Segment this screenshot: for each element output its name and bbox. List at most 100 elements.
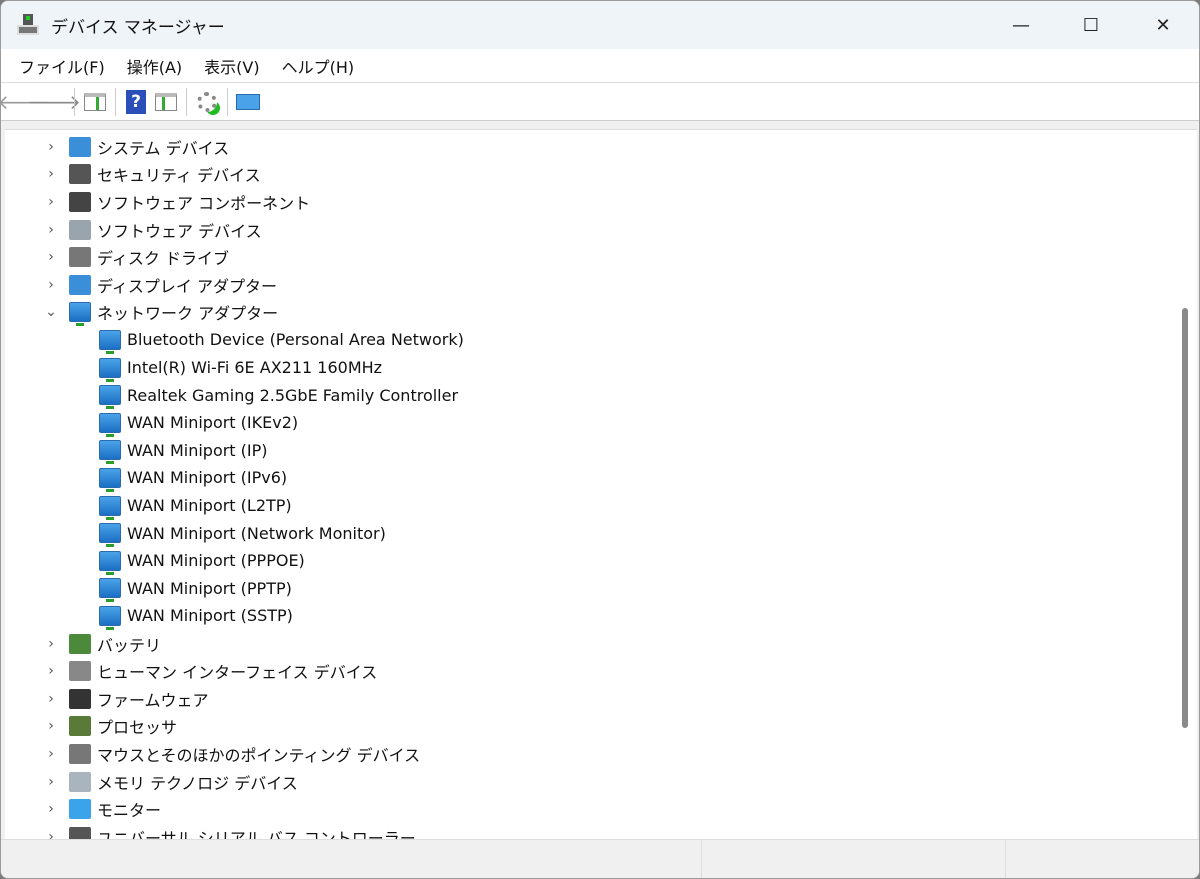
network-adapter-icon xyxy=(99,412,121,437)
network-adapter-item[interactable]: WAN Miniport (SSTP) xyxy=(5,602,293,630)
show-hide-console-tree-icon[interactable] xyxy=(80,88,110,116)
update-driver-icon[interactable] xyxy=(192,88,222,116)
device-label: WAN Miniport (IKEv2) xyxy=(127,413,299,433)
scan-hardware-changes-icon[interactable] xyxy=(233,88,263,116)
network-adapter-item[interactable]: WAN Miniport (PPPOE) xyxy=(5,547,305,575)
category-label: セキュリティ デバイス xyxy=(97,166,261,186)
expand-chevron-icon[interactable]: › xyxy=(41,222,61,238)
title-bar: デバイス マネージャー — ☐ ✕ xyxy=(1,1,1199,49)
network-adapter-item[interactable]: Bluetooth Device (Personal Area Network) xyxy=(5,326,464,354)
device-manager-window: デバイス マネージャー — ☐ ✕ ファイル(F) 操作(A) 表示(V) ヘル… xyxy=(0,0,1200,879)
category-label: ディスク ドライブ xyxy=(97,249,229,269)
toolbar: 🡐 🡒 ? xyxy=(1,83,1199,121)
menu-action[interactable]: 操作(A) xyxy=(117,54,192,78)
device-category-icon xyxy=(69,191,91,212)
show-hide-action-pane-icon[interactable] xyxy=(151,88,181,116)
network-adapter-icon xyxy=(99,550,121,575)
device-category-icon xyxy=(69,136,91,157)
device-label: WAN Miniport (L2TP) xyxy=(127,496,292,516)
expand-chevron-icon[interactable]: › xyxy=(41,249,61,265)
network-adapter-icon xyxy=(99,357,121,382)
tree-category-network-adapters[interactable]: ⌄ ネットワーク アダプター xyxy=(5,299,278,327)
network-adapter-item[interactable]: Intel(R) Wi-Fi 6E AX211 160MHz xyxy=(5,354,382,382)
help-icon[interactable]: ? xyxy=(121,88,151,116)
minimize-button[interactable]: — xyxy=(986,1,1056,49)
category-label: メモリ テクノロジ デバイス xyxy=(97,773,298,793)
tree-category[interactable]: › ユニバーサル シリアル バス コントローラー xyxy=(5,823,416,839)
device-manager-icon xyxy=(17,14,39,36)
expand-chevron-icon[interactable]: › xyxy=(41,194,61,210)
device-category-icon xyxy=(69,633,91,654)
tree-category[interactable]: › メモリ テクノロジ デバイス xyxy=(5,768,298,796)
help-glyph: ? xyxy=(126,89,146,114)
network-adapter-item[interactable]: WAN Miniport (Network Monitor) xyxy=(5,519,386,548)
expand-chevron-icon[interactable]: › xyxy=(41,139,61,155)
category-label: システム デバイス xyxy=(97,138,230,158)
window-title: デバイス マネージャー xyxy=(51,17,225,38)
menu-help[interactable]: ヘルプ(H) xyxy=(272,54,365,78)
device-category-icon xyxy=(69,247,91,268)
network-adapter-item[interactable]: WAN Miniport (IP) xyxy=(5,437,268,465)
scrollbar-thumb[interactable] xyxy=(1182,308,1188,728)
device-label: WAN Miniport (IP) xyxy=(127,440,268,460)
network-adapter-icon xyxy=(99,495,121,520)
tree-category[interactable]: › セキュリティ デバイス xyxy=(5,161,261,189)
status-bar xyxy=(1,839,1199,878)
network-adapter-icon xyxy=(99,440,121,465)
category-label: ソフトウェア デバイス xyxy=(97,221,262,241)
expand-chevron-icon[interactable]: › xyxy=(41,718,61,734)
expand-chevron-icon[interactable]: › xyxy=(41,774,61,790)
network-adapter-icon xyxy=(99,385,121,410)
menu-bar: ファイル(F) 操作(A) 表示(V) ヘルプ(H) xyxy=(1,49,1199,83)
network-adapter-icon xyxy=(99,329,121,354)
network-adapter-icon xyxy=(99,467,121,492)
menu-file[interactable]: ファイル(F) xyxy=(9,54,115,78)
tree-category[interactable]: › ファームウェア xyxy=(5,685,209,713)
tree-category[interactable]: › モニター xyxy=(5,795,161,823)
maximize-button[interactable]: ☐ xyxy=(1056,1,1126,49)
expand-chevron-icon[interactable]: › xyxy=(41,829,61,839)
status-cell xyxy=(1005,840,1006,878)
tree-category[interactable]: › ディスプレイ アダプター xyxy=(5,271,277,299)
category-label: ユニバーサル シリアル バス コントローラー xyxy=(97,828,416,839)
vertical-scrollbar[interactable] xyxy=(1175,130,1197,839)
tree-category[interactable]: › マウスとそのほかのポインティング デバイス xyxy=(5,740,420,768)
network-adapter-icon xyxy=(99,605,121,630)
device-label: Bluetooth Device (Personal Area Network) xyxy=(127,330,464,350)
expand-chevron-icon[interactable]: › xyxy=(41,277,61,293)
expand-chevron-icon[interactable]: › xyxy=(41,746,61,762)
network-adapter-icon xyxy=(99,523,121,548)
expand-chevron-icon[interactable]: › xyxy=(41,691,61,707)
tree-category[interactable]: › ソフトウェア コンポーネント xyxy=(5,188,310,216)
tree-category[interactable]: › ソフトウェア デバイス xyxy=(5,216,262,244)
tree-category[interactable]: › プロセッサ xyxy=(5,713,177,741)
device-category-icon xyxy=(69,826,91,839)
tree-category[interactable]: › ヒューマン インターフェイス デバイス xyxy=(5,657,377,685)
category-label: マウスとそのほかのポインティング デバイス xyxy=(97,745,421,765)
expand-chevron-icon[interactable]: › xyxy=(41,663,61,679)
device-tree[interactable]: › システム デバイス › セキュリティ デバイス › ソフトウェア コンポーネント › ソフ… xyxy=(5,129,1197,839)
network-adapter-item[interactable]: WAN Miniport (IPv6) xyxy=(5,464,287,492)
tree-category[interactable]: › システム デバイス xyxy=(5,133,229,161)
tree-category[interactable]: › ディスク ドライブ xyxy=(5,243,229,271)
device-category-icon xyxy=(69,274,91,295)
menu-view[interactable]: 表示(V) xyxy=(194,54,269,78)
network-adapter-item[interactable]: Realtek Gaming 2.5GbE Family Controller xyxy=(5,381,458,410)
device-category-icon xyxy=(69,661,91,682)
tree-category[interactable]: › バッテリ xyxy=(5,630,161,658)
separator xyxy=(186,87,187,116)
forward-icon[interactable]: 🡒 xyxy=(27,88,81,116)
collapse-chevron-icon[interactable]: ⌄ xyxy=(41,304,61,320)
expand-chevron-icon[interactable]: › xyxy=(41,636,61,652)
close-button[interactable]: ✕ xyxy=(1128,1,1198,49)
category-label: モニター xyxy=(97,801,162,821)
expand-chevron-icon[interactable]: › xyxy=(41,166,61,182)
network-adapter-item[interactable]: WAN Miniport (IKEv2) xyxy=(5,409,298,437)
device-label: WAN Miniport (IPv6) xyxy=(127,468,288,488)
network-adapter-item[interactable]: WAN Miniport (L2TP) xyxy=(5,492,292,520)
device-label: WAN Miniport (Network Monitor) xyxy=(127,523,386,543)
network-adapter-item[interactable]: WAN Miniport (PPTP) xyxy=(5,575,292,603)
separator xyxy=(227,87,228,116)
expand-chevron-icon[interactable]: › xyxy=(41,801,61,817)
device-category-icon xyxy=(69,688,91,709)
